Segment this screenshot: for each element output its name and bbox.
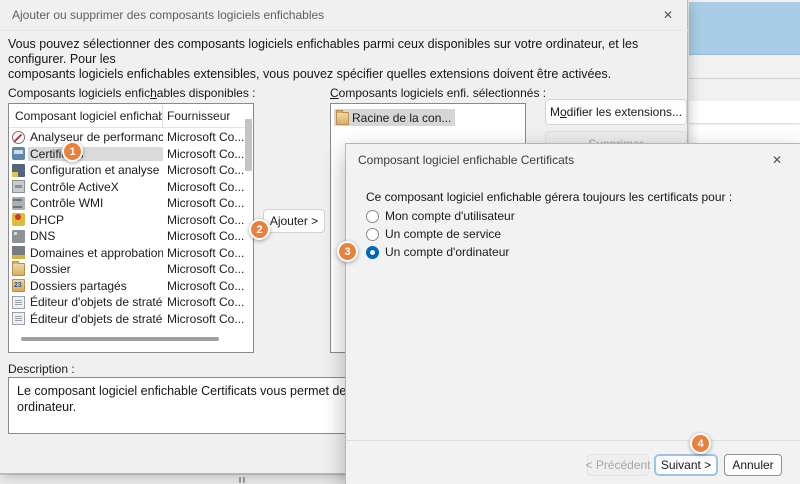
snapin-row[interactable]: Éditeur d'objets de stratégi... Microsof… [9, 311, 245, 328]
available-snapins-list[interactable]: Composant logiciel enfichable Fournisseu… [8, 103, 254, 353]
next-button[interactable]: Suivant > [654, 454, 718, 476]
snapin-provider: Microsoft Co... [163, 279, 244, 293]
certificate-icon [12, 147, 25, 160]
dialog-title: Composant logiciel enfichable Certificat… [358, 153, 574, 167]
snapin-row[interactable]: Analyseur de performances Microsoft Co..… [9, 129, 245, 146]
snapin-row[interactable]: Contrôle WMI Microsoft Co... [9, 195, 245, 212]
screen: Ajouter ou supprimer des composants logi… [0, 0, 800, 484]
snapin-name: Contrôle ActiveX [28, 180, 163, 194]
snapin-name: Analyseur de performances [28, 130, 163, 144]
background-row [689, 101, 800, 124]
snapin-provider: Microsoft Co... [163, 295, 244, 309]
wmi-icon [12, 197, 25, 210]
snapin-provider: Microsoft Co... [163, 196, 244, 210]
selected-snapin-name: Racine de la con... [352, 111, 451, 125]
description-label: Description : [8, 362, 75, 376]
prompt-text: Ce composant logiciel enfichable gérera … [366, 190, 732, 204]
list-header: Composant logiciel enfichable Fournisseu… [9, 104, 253, 128]
account-options: Mon compte d'utilisateur Un compte de se… [366, 207, 515, 261]
dialog-title: Ajouter ou supprimer des composants logi… [12, 8, 324, 22]
snapin-row[interactable]: Certificats Microsoft Co... [9, 146, 245, 163]
snapin-row[interactable]: Dossier Microsoft Co... [9, 261, 245, 278]
snapin-name: DHCP [28, 213, 163, 227]
snapin-name: Configuration et analyse d... [28, 163, 163, 177]
snapin-row[interactable]: Domaines et approbations... Microsoft Co… [9, 245, 245, 262]
snapin-name: Certificats [28, 147, 163, 161]
background-band [689, 56, 800, 79]
background-row [689, 125, 800, 145]
radio-option[interactable]: Un compte d'ordinateur [366, 243, 515, 261]
snapin-row[interactable]: Éditeur d'objets de stratégi... Microsof… [9, 294, 245, 311]
resize-grip [239, 477, 246, 483]
dns-icon [12, 230, 25, 243]
gpo-editor-icon [12, 312, 25, 325]
snapin-name: DNS [28, 229, 163, 243]
snapin-name: Éditeur d'objets de stratégi... [28, 312, 163, 326]
vertical-scrollbar-thumb[interactable] [245, 119, 252, 171]
available-snapins-label: Composants logiciels enfichables disponi… [8, 86, 256, 100]
shared-folders-icon [12, 279, 25, 292]
intro-line: Vous pouvez sélectionner des composants … [8, 37, 680, 67]
step-badge-3: 3 [337, 241, 358, 262]
snapin-provider: Microsoft Co... [163, 312, 244, 326]
selected-snapin-row[interactable]: Racine de la con... [334, 109, 455, 126]
snapin-row[interactable]: DHCP Microsoft Co... [9, 212, 245, 229]
domains-icon [12, 246, 25, 259]
security-analysis-icon [12, 164, 25, 177]
intro-text: Vous pouvez sélectionner des composants … [8, 37, 680, 82]
snapin-provider: Microsoft Co... [163, 163, 244, 177]
radio-label: Un compte de service [385, 227, 501, 241]
radio-label: Mon compte d'utilisateur [385, 209, 515, 223]
snapin-provider: Microsoft Co... [163, 262, 244, 276]
snapin-provider: Microsoft Co... [163, 147, 244, 161]
radio-label: Un compte d'ordinateur [385, 245, 509, 259]
snapin-rows: Analyseur de performances Microsoft Co..… [9, 129, 245, 327]
snapin-name: Éditeur d'objets de stratégi... [28, 295, 163, 309]
performance-monitor-icon [12, 131, 25, 144]
gpo-editor-icon [12, 296, 25, 309]
folder-icon [336, 112, 349, 125]
certificates-snapin-dialog: Composant logiciel enfichable Certificat… [345, 143, 800, 484]
step-badge-4: 4 [690, 433, 711, 454]
snapin-name: Dossier [28, 262, 163, 276]
snapin-provider: Microsoft Co... [163, 130, 244, 144]
previous-button: < Précédent [587, 454, 649, 476]
step-badge-1: 1 [62, 141, 83, 162]
radio-icon[interactable] [366, 246, 379, 259]
selected-snapins-label: Composants logiciels enfi. sélectionnés … [330, 86, 546, 100]
column-header-snapin[interactable]: Composant logiciel enfichable [9, 109, 162, 123]
intro-line: composants logiciels enfichables extensi… [8, 67, 680, 82]
snapin-name: Contrôle WMI [28, 196, 163, 210]
snapin-name: Domaines et approbations... [28, 246, 163, 260]
titlebar-divider [0, 30, 688, 31]
cancel-button[interactable]: Annuler [724, 454, 782, 476]
snapin-provider: Microsoft Co... [163, 246, 244, 260]
snapin-provider: Microsoft Co... [163, 229, 244, 243]
close-icon[interactable]: ✕ [653, 4, 683, 26]
snapin-name: Dossiers partagés [28, 279, 163, 293]
snapin-row[interactable]: Contrôle ActiveX Microsoft Co... [9, 179, 245, 196]
radio-icon[interactable] [366, 210, 379, 223]
radio-option[interactable]: Un compte de service [366, 225, 515, 243]
dhcp-icon [12, 213, 25, 226]
snapin-row[interactable]: DNS Microsoft Co... [9, 228, 245, 245]
activex-icon [12, 180, 25, 193]
step-badge-2: 2 [249, 219, 270, 240]
folder-icon [12, 263, 25, 276]
background-selection-block [689, 2, 800, 55]
horizontal-scrollbar-thumb[interactable] [21, 337, 219, 341]
snapin-provider: Microsoft Co... [163, 180, 244, 194]
add-button[interactable]: Ajouter > [263, 209, 325, 233]
close-icon[interactable]: ✕ [762, 149, 792, 171]
footer-divider [346, 440, 800, 441]
radio-option[interactable]: Mon compte d'utilisateur [366, 207, 515, 225]
radio-icon[interactable] [366, 228, 379, 241]
snapin-provider: Microsoft Co... [163, 213, 244, 227]
snapin-row[interactable]: Configuration et analyse d... Microsoft … [9, 162, 245, 179]
column-header-provider[interactable]: Fournisseur [163, 109, 230, 123]
edit-extensions-button[interactable]: Modifier les extensions... [545, 99, 687, 125]
snapin-row[interactable]: Dossiers partagés Microsoft Co... [9, 278, 245, 295]
background-band [689, 80, 800, 101]
